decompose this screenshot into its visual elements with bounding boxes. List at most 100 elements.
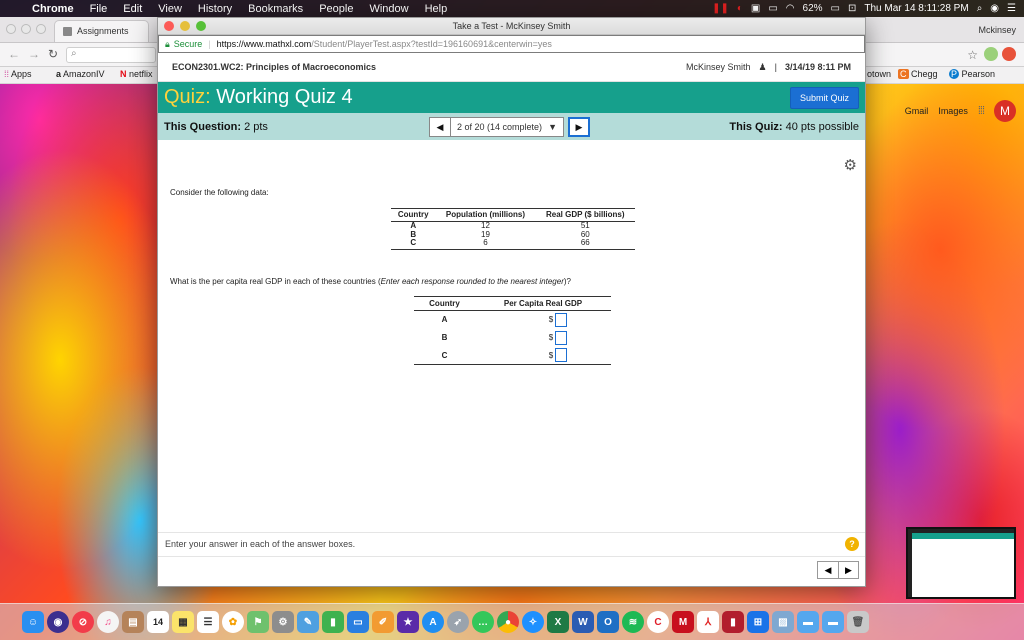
battery-icon[interactable]: ▭	[831, 3, 840, 14]
bookmark-apps[interactable]: ⁞⁞ Apps	[4, 69, 32, 79]
menu-people[interactable]: People	[311, 3, 361, 15]
notes-folder-icon[interactable]: ▤	[122, 611, 144, 633]
bookmark-star-icon[interactable]: ☆	[967, 48, 978, 62]
menu-app-name[interactable]: Chrome	[24, 3, 82, 15]
app-store-icon[interactable]: A	[422, 611, 444, 633]
windows-icon[interactable]: ⊞	[747, 611, 769, 633]
photo-booth-icon[interactable]: ▮	[722, 611, 744, 633]
numbers-icon[interactable]: ▮	[322, 611, 344, 633]
system-preferences-icon[interactable]: ⚙	[272, 611, 294, 633]
siri-icon[interactable]: ◉	[990, 3, 999, 14]
news-icon[interactable]: ⊘	[72, 611, 94, 633]
gmail-link[interactable]: Gmail	[905, 106, 929, 116]
extension-icon[interactable]	[1002, 47, 1016, 61]
bookmark-amazon[interactable]: a AmazonIV	[56, 69, 105, 79]
word-icon[interactable]: W	[572, 611, 594, 633]
next-question-button[interactable]: ▶	[567, 117, 590, 137]
menu-file[interactable]: File	[82, 3, 116, 15]
help-icon[interactable]: ?	[845, 537, 859, 551]
acrobat-icon[interactable]: ⅄	[697, 611, 719, 633]
menu-window[interactable]: Window	[361, 3, 416, 15]
maps-icon[interactable]: ⚑	[247, 611, 269, 633]
calendar-icon[interactable]: 14	[147, 611, 169, 633]
spotify-icon[interactable]: ≋	[622, 611, 644, 633]
chrome-profile-name[interactable]: Mckinsey	[978, 25, 1016, 35]
menu-edit[interactable]: Edit	[115, 3, 150, 15]
spotlight-search-icon[interactable]: ⌕	[977, 3, 983, 14]
messages-icon[interactable]: …	[472, 611, 494, 633]
back-icon[interactable]: ←	[8, 47, 20, 61]
input-source-icon[interactable]: ⊡	[848, 3, 856, 14]
zoom-window-icon[interactable]	[196, 21, 206, 31]
answer-input-a[interactable]	[555, 312, 568, 327]
mcafee-icon[interactable]: M	[672, 611, 694, 633]
safari-icon[interactable]: ✧	[522, 611, 544, 633]
forward-icon[interactable]: →	[28, 47, 40, 61]
status-icon[interactable]: ◐	[737, 3, 743, 14]
close-window-icon[interactable]	[164, 21, 174, 31]
menu-view[interactable]: View	[150, 3, 190, 15]
parallels-icon[interactable]: ❚❚	[712, 3, 729, 14]
wifi-icon[interactable]: ◠	[786, 3, 795, 14]
extension-icon[interactable]	[984, 47, 998, 61]
outlook-icon[interactable]: O	[597, 611, 619, 633]
bookmark-pearson[interactable]: P Pearson	[949, 69, 995, 79]
this-quiz-info: This Quiz: 40 pts possible	[729, 121, 859, 133]
keynote-icon[interactable]: ▭	[347, 611, 369, 633]
airplay-icon[interactable]: ▭	[768, 3, 777, 14]
imovie-icon[interactable]: ★	[397, 611, 419, 633]
window-traffic-lights	[164, 21, 206, 31]
minimize-window-icon[interactable]	[180, 21, 190, 31]
trash-icon[interactable]: 🗑︎	[847, 611, 869, 633]
downloads-folder-icon[interactable]: ▬	[797, 611, 819, 633]
avatar[interactable]: M	[994, 100, 1016, 122]
amazon-icon: a	[56, 69, 62, 79]
search-icon: ⌕	[71, 48, 77, 59]
stickies-icon[interactable]: ▦	[172, 611, 194, 633]
gear-icon[interactable]: ⚙	[844, 156, 857, 174]
bookmark-town[interactable]: otown	[867, 69, 891, 79]
bookmark-netflix[interactable]: N netflix	[120, 69, 153, 79]
course-name: ECON2301.WC2: Principles of Macroeconomi…	[172, 62, 377, 72]
reminders-icon[interactable]: ☰	[197, 611, 219, 633]
images-link[interactable]: Images	[938, 106, 968, 116]
screenshot-thumbnail[interactable]	[906, 527, 1016, 599]
question-select-dropdown[interactable]: 2 of 20 (14 complete) ▼	[451, 117, 564, 137]
previous-question-button[interactable]: ◀	[429, 117, 451, 137]
macos-dock: ☺ ◉ ⊘ ♫ ▤ 14 ▦ ☰ ✿ ⚑ ⚙ ✎ ▮ ▭ ✐ ★ A ➶ … ●…	[0, 603, 1024, 640]
chrome-icon[interactable]: ●	[497, 611, 519, 633]
bookmark-chegg[interactable]: C Chegg	[898, 69, 938, 79]
background-tab-assignments[interactable]: Assignments	[54, 20, 149, 42]
launchpad-icon[interactable]: ➶	[447, 611, 469, 633]
macos-menubar: Chrome File Edit View History Bookmarks …	[0, 0, 1024, 17]
menu-help[interactable]: Help	[417, 3, 456, 15]
screen-record-icon[interactable]: ▣	[751, 3, 760, 14]
music-icon[interactable]: ♫	[97, 611, 119, 633]
creative-cloud-icon[interactable]: C	[647, 611, 669, 633]
address-separator: |	[208, 39, 211, 49]
siri-icon[interactable]: ◉	[47, 611, 69, 633]
answer-input-b[interactable]	[555, 330, 568, 345]
image-capture-icon[interactable]: ▨	[772, 611, 794, 633]
menu-history[interactable]: History	[190, 3, 240, 15]
menubar-clock[interactable]: Thu Mar 14 8:11:28 PM	[864, 3, 968, 14]
documents-folder-icon[interactable]: ▬	[822, 611, 844, 633]
google-apps-icon[interactable]: ⁞⁞⁞	[978, 105, 985, 117]
pages-icon[interactable]: ✐	[372, 611, 394, 633]
menu-bookmarks[interactable]: Bookmarks	[240, 3, 311, 15]
notification-center-icon[interactable]: ☰	[1007, 3, 1016, 14]
preview-icon[interactable]: ✎	[297, 611, 319, 633]
currency-symbol: $	[548, 350, 554, 360]
background-window-traffic-lights[interactable]	[6, 24, 46, 34]
next-page-button[interactable]: ▶	[838, 562, 858, 578]
submit-quiz-button[interactable]: Submit Quiz	[789, 86, 859, 109]
address-bar[interactable]: 🔒︎ Secure | https://www.mathxl.com/Stude…	[158, 35, 865, 53]
background-omnibox[interactable]: ⌕	[66, 47, 156, 63]
finder-icon[interactable]: ☺	[22, 611, 44, 633]
photos-icon[interactable]: ✿	[222, 611, 244, 633]
previous-page-button[interactable]: ◀	[818, 562, 838, 578]
answer-input-c[interactable]	[555, 348, 568, 363]
excel-icon[interactable]: X	[547, 611, 569, 633]
reload-icon[interactable]: ↻	[48, 47, 58, 61]
header-datetime: 3/14/19 8:11 PM	[784, 62, 851, 72]
